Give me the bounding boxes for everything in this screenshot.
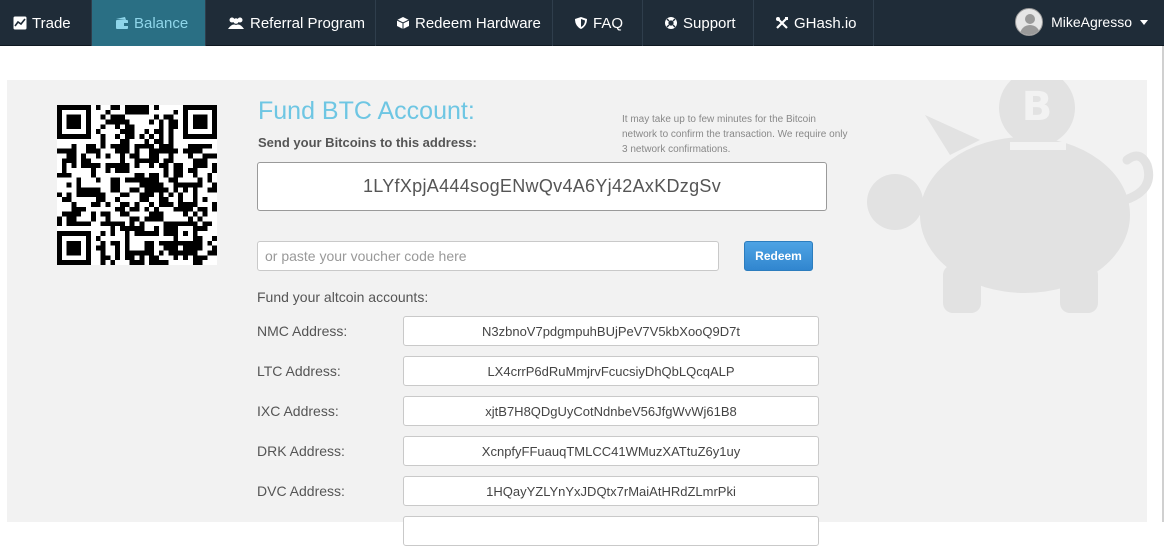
user-menu[interactable]: MikeAgresso: [1015, 0, 1148, 44]
wallet-icon: [115, 16, 129, 30]
altcoin-row-ixc: IXC Address: xjtB7H8QDgUyCotNdnbeV56JfgW…: [257, 396, 819, 426]
nav-faq[interactable]: FAQ: [553, 0, 643, 46]
piggy-bank-icon: B: [867, 80, 1154, 313]
chevron-down-icon: [1140, 19, 1148, 25]
nav-trade[interactable]: Trade: [0, 0, 92, 46]
nav-balance[interactable]: Balance: [92, 0, 206, 46]
nav-trade-label: Trade: [32, 14, 71, 32]
voucher-code-input[interactable]: [257, 241, 719, 271]
nav-redeem-hardware[interactable]: Redeem Hardware: [376, 0, 553, 46]
users-icon: [227, 16, 245, 30]
confirmation-notice: It may take up to few minutes for the Bi…: [622, 114, 848, 155]
top-navbar: Trade Balance Referral Program Redeem Ha…: [0, 0, 1164, 46]
nav-faq-label: FAQ: [593, 14, 624, 32]
partial-address-field[interactable]: [403, 516, 819, 546]
nav-referral-program[interactable]: Referral Program: [206, 0, 376, 46]
dvc-address-field[interactable]: 1HQayYZLYnYxJDQtx7rMaiAtHRdZLmrPki: [403, 476, 819, 506]
altcoin-row-nmc: NMC Address: N3zbnoV7pdgmpuhBUjPeV7V5kbX…: [257, 316, 819, 346]
avatar: [1015, 8, 1044, 36]
altcoin-row-drk: DRK Address: XcnpfyFFuauqTMLCC41WMuzXATt…: [257, 436, 819, 466]
nav-redeem-hardware-label: Redeem Hardware: [415, 14, 541, 32]
altcoin-row-ltc: LTC Address: LX4crrP6dRuMmjrvFcucsiyDhQb…: [257, 356, 819, 386]
svg-text:B: B: [1022, 84, 1053, 130]
altcoin-row-partial: [257, 516, 819, 546]
ltc-address-field[interactable]: LX4crrP6dRuMmjrvFcucsiyDhQbLQcqALP: [403, 356, 819, 386]
drk-address-field[interactable]: XcnpfyFFuauqTMLCC41WMuzXATtuZ6y1uy: [403, 436, 819, 466]
ltc-address-label: LTC Address:: [257, 363, 341, 379]
btc-address-field[interactable]: 1LYfXpjA444sogENwQv4A6Yj42AxKDzgSv: [257, 162, 827, 211]
altcoin-row-dvc: DVC Address: 1HQayYZLYnYxJDQtx7rMaiAtHRd…: [257, 476, 819, 506]
shield-icon: [574, 16, 588, 30]
altcoin-heading: Fund your altcoin accounts:: [257, 289, 429, 305]
nav-ghash[interactable]: GHash.io: [754, 0, 874, 46]
page-title: Fund BTC Account:: [258, 97, 475, 125]
dvc-address-label: DVC Address:: [257, 483, 345, 499]
nav-support-label: Support: [683, 14, 736, 32]
nav-ghash-label: GHash.io: [794, 14, 857, 32]
drk-address-label: DRK Address:: [257, 443, 345, 459]
tools-icon: [775, 16, 789, 30]
nav-referral-label: Referral Program: [250, 14, 366, 32]
send-address-label: Send your Bitcoins to this address:: [258, 135, 477, 150]
nav-support[interactable]: Support: [643, 0, 754, 46]
nmc-address-field[interactable]: N3zbnoV7pdgmpuhBUjPeV7V5kbXooQ9D7t: [403, 316, 819, 346]
ixc-address-label: IXC Address:: [257, 403, 339, 419]
nmc-address-label: NMC Address:: [257, 323, 348, 339]
lifebuoy-icon: [664, 16, 678, 30]
chart-icon: [13, 16, 27, 30]
nav-balance-label: Balance: [134, 14, 189, 32]
user-name: MikeAgresso: [1051, 14, 1132, 30]
ixc-address-field[interactable]: xjtB7H8QDgUyCotNdnbeV56JfgWvWj61B8: [403, 396, 819, 426]
redeem-button[interactable]: Redeem: [744, 241, 813, 271]
btc-address-qr-code: [57, 105, 217, 265]
cube-icon: [396, 16, 410, 30]
